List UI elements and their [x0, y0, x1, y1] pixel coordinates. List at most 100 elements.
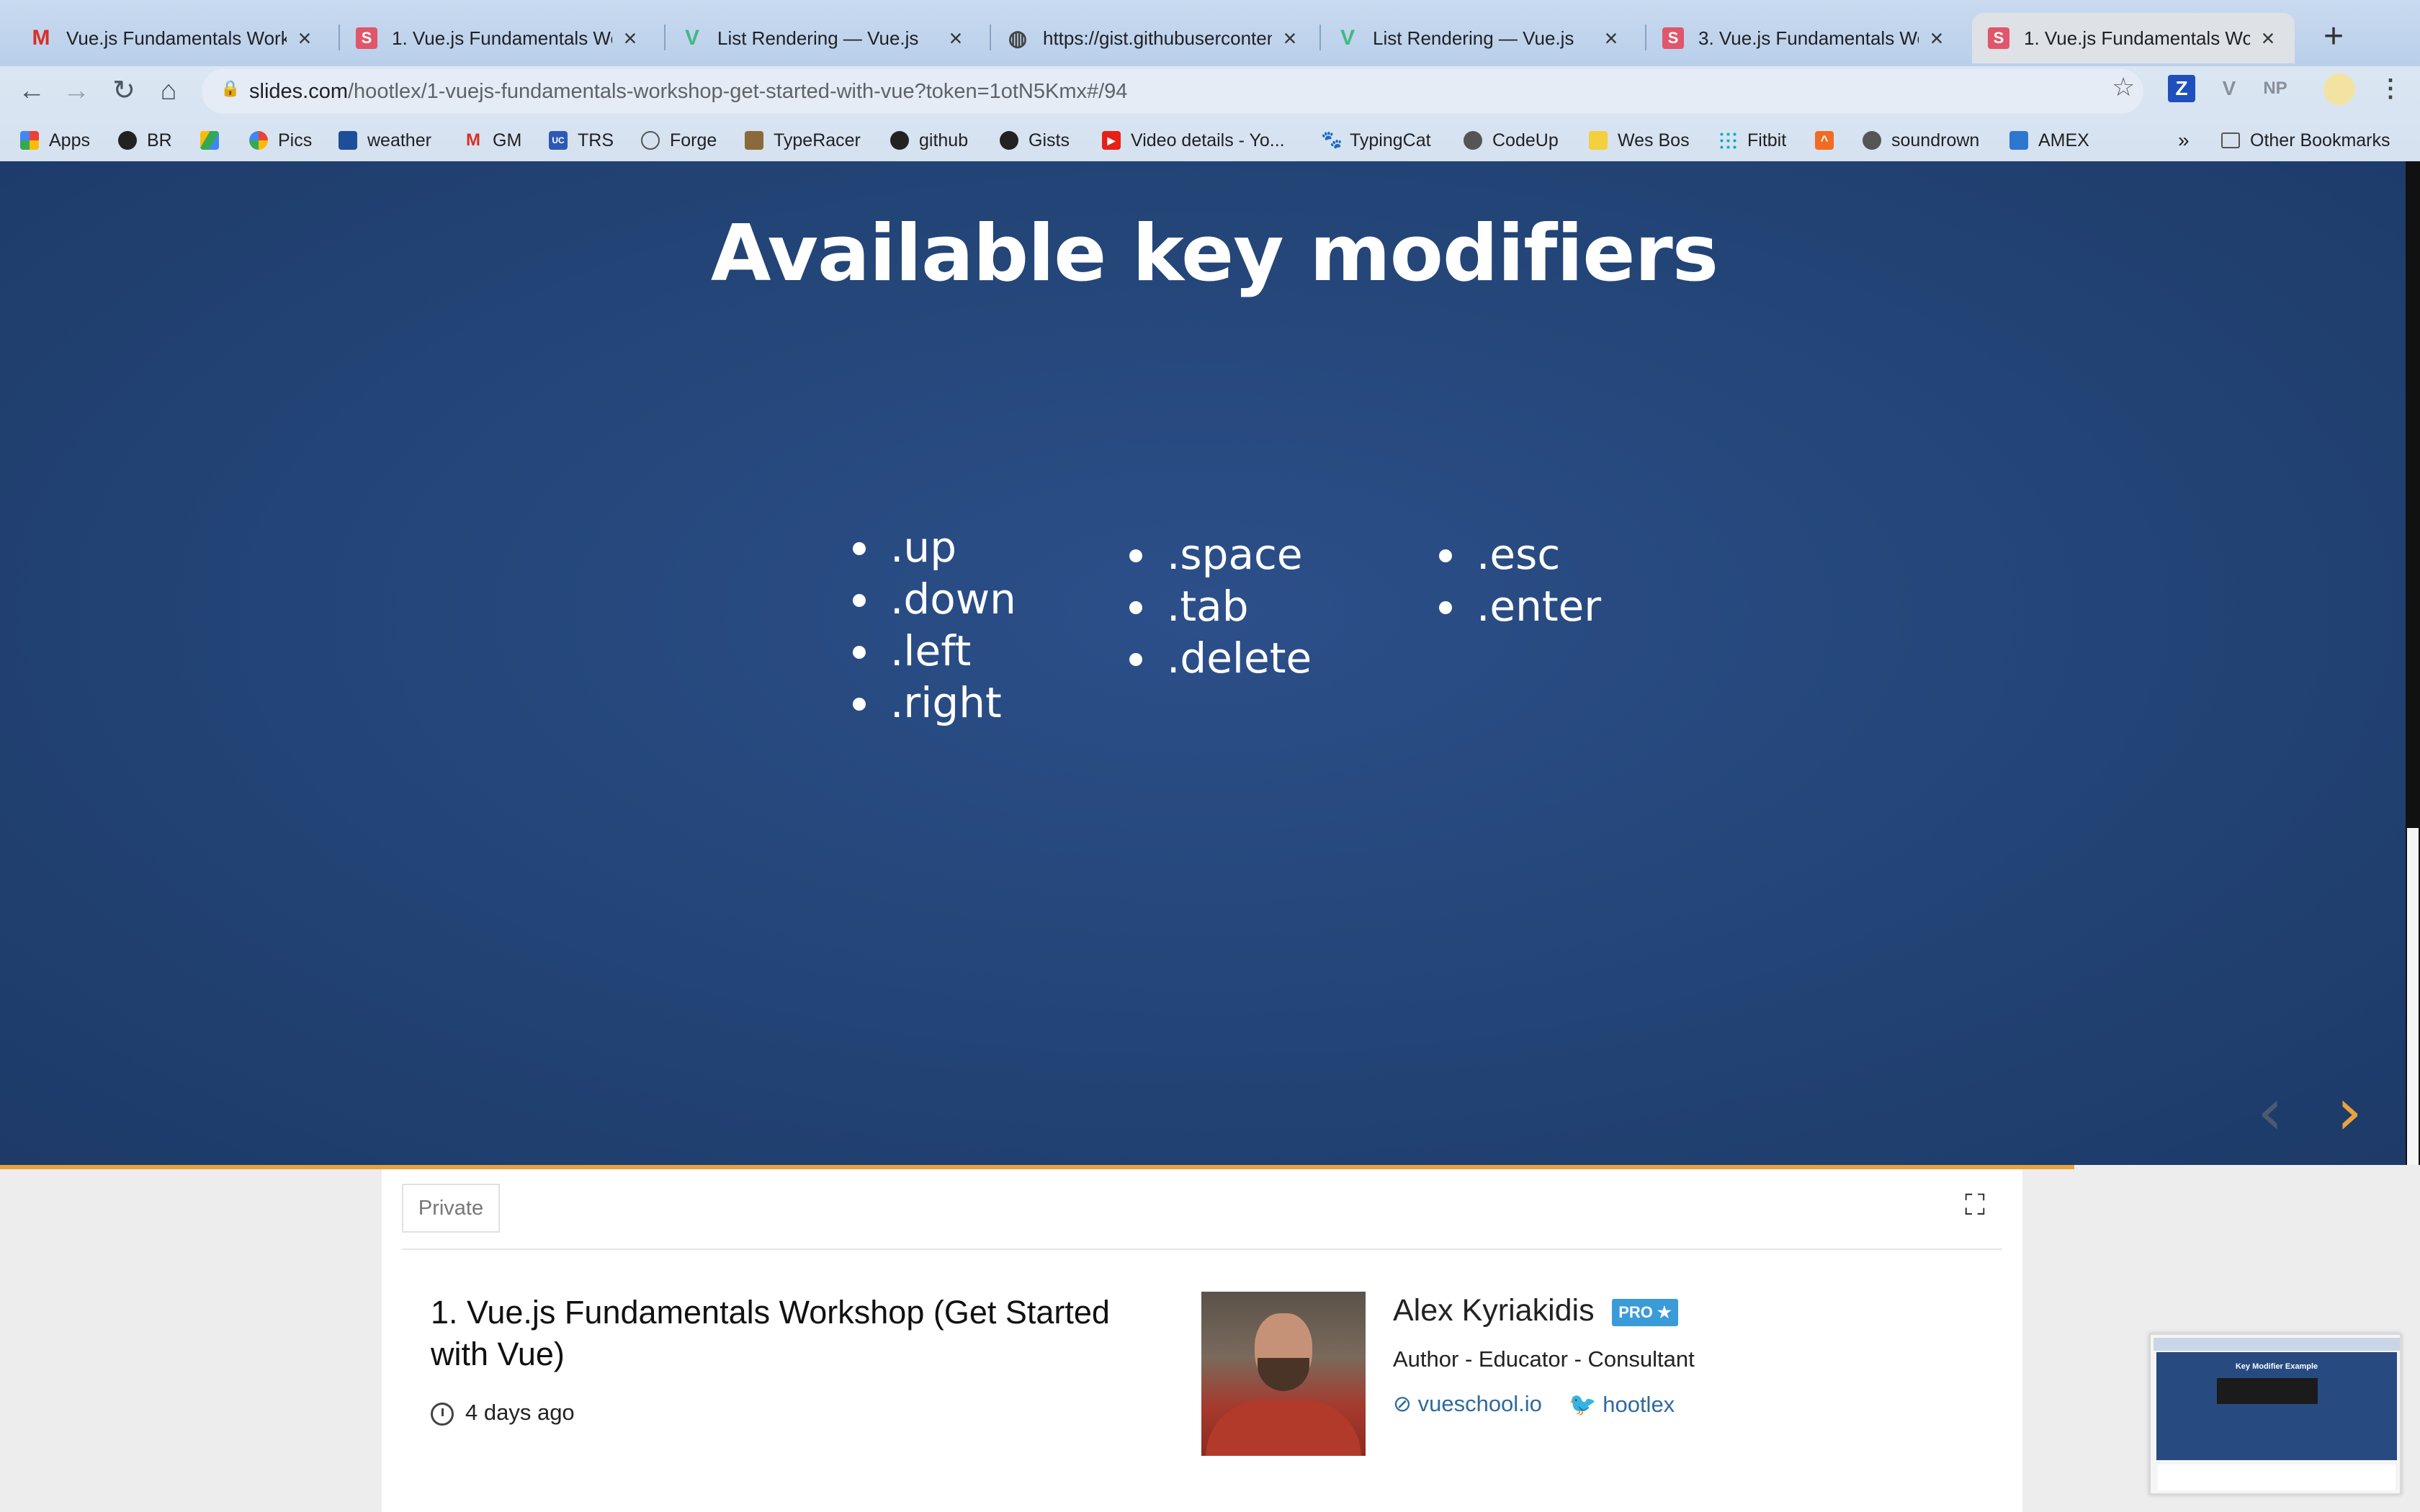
bookmark-weather[interactable]: weather	[339, 125, 431, 156]
bookmark-drive[interactable]	[200, 125, 229, 156]
scrollbar-thumb[interactable]	[2407, 828, 2419, 1165]
google-photos-icon	[249, 131, 268, 150]
globe-icon	[1863, 131, 1881, 150]
thumbnail-title: Key Modifier Example	[2235, 1362, 2318, 1371]
modifier-list-3: .esc .enter	[1439, 528, 1601, 632]
tab-title: 1. Vue.js Fundamentals Work	[2024, 27, 2250, 49]
bookmark-forge[interactable]: Forge	[641, 125, 717, 156]
tab-4[interactable]: ◍ https://gist.githubuserconten ×	[991, 13, 1317, 63]
author-name[interactable]: Alex Kyriakidis	[1393, 1293, 1595, 1328]
twitter-link[interactable]: 🐦 hootlex	[1569, 1391, 1675, 1418]
bookmark-gists[interactable]: Gists	[1000, 125, 1070, 156]
github-icon	[1000, 131, 1018, 150]
bookmark-amex[interactable]: AMEX	[2009, 125, 2089, 156]
fitbit-icon	[1718, 131, 1737, 150]
pro-badge: PRO ★	[1612, 1299, 1678, 1326]
bookmark-typingcat[interactable]: 🐾 TypingCat	[1321, 125, 1431, 156]
tab-3[interactable]: V List Rendering — Vue.js ×	[666, 13, 982, 63]
gmail-icon: M	[32, 26, 50, 50]
bookmark-soundrown[interactable]: soundrown	[1863, 125, 1979, 156]
list-item: .right	[853, 677, 1016, 729]
trs-icon: UC	[549, 131, 568, 150]
list-item: .space	[1129, 528, 1312, 580]
url-text[interactable]: slides.com/hootlex/1-vuejs-fundamentals-…	[249, 73, 1127, 109]
tab-title: https://gist.githubuserconten	[1043, 27, 1272, 49]
tab-1[interactable]: M Vue.js Fundamentals Worksh ×	[14, 13, 331, 63]
divider	[402, 1248, 2002, 1250]
close-icon[interactable]: ×	[945, 25, 967, 52]
close-icon[interactable]: ×	[294, 25, 315, 52]
bookmark-github[interactable]: github	[890, 125, 968, 156]
lock-icon: 🔒	[220, 79, 241, 97]
other-bookmarks[interactable]: Other Bookmarks	[2221, 125, 2390, 156]
bookmarks-bar: Apps BR Pics weather M GM UC TRS Forge Typ…	[0, 120, 2420, 161]
fullscreen-icon[interactable]: ⛶	[1959, 1189, 1991, 1221]
more-bookmarks-button[interactable]: »	[2178, 125, 2190, 156]
close-icon[interactable]: ×	[619, 25, 641, 52]
vue-devtools-extension-icon[interactable]: V	[2213, 72, 2246, 105]
website-link[interactable]: ⊘ vueschool.io	[1393, 1391, 1542, 1417]
modifier-list-2: .space .tab .delete	[1129, 528, 1312, 684]
forge-icon	[641, 131, 660, 150]
vue-icon: V	[1340, 26, 1355, 50]
bookmark-flame[interactable]: ^	[1815, 125, 1844, 156]
bookmark-br[interactable]: BR	[118, 125, 172, 156]
reload-button[interactable]: ↻	[104, 71, 144, 111]
twitter-icon: 🐦	[1569, 1392, 1603, 1417]
profile-avatar[interactable]	[2323, 73, 2355, 105]
youtube-icon: ▶	[1102, 131, 1121, 150]
bookmark-pics[interactable]: Pics	[249, 125, 312, 156]
paw-icon: 🐾	[1321, 130, 1343, 150]
menu-icon[interactable]: ⋮	[2374, 72, 2407, 105]
timestamp: 4 days ago	[465, 1400, 575, 1425]
bookmark-apps[interactable]: Apps	[20, 125, 90, 156]
tab-title: List Rendering — Vue.js	[1373, 27, 1574, 49]
zotero-extension-icon[interactable]: Z	[2168, 75, 2195, 102]
slide-title: Available key modifiers	[710, 209, 1718, 299]
apps-grid-icon	[20, 131, 39, 150]
modifier-list-1: .up .down .left .right	[853, 521, 1016, 729]
tab-2[interactable]: S 1. Vue.js Fundamentals Work ×	[340, 13, 657, 63]
close-icon[interactable]: ×	[1600, 25, 1622, 52]
list-item: .esc	[1439, 528, 1601, 580]
clock-icon	[431, 1403, 454, 1426]
weather-icon	[339, 131, 357, 150]
tab-title: Vue.js Fundamentals Worksh	[66, 27, 287, 49]
tab-7-active[interactable]: S 1. Vue.js Fundamentals Work ×	[1972, 13, 2295, 63]
forward-button[interactable]: →	[56, 71, 97, 111]
bookmark-codeup[interactable]: CodeUp	[1464, 125, 1559, 156]
author-avatar[interactable]	[1201, 1292, 1366, 1456]
deck-title: 1. Vue.js Fundamentals Workshop (Get Sta…	[431, 1294, 1110, 1372]
tab-5[interactable]: V List Rendering — Vue.js ×	[1321, 13, 1638, 63]
close-icon[interactable]: ×	[1279, 25, 1301, 52]
close-icon[interactable]: ×	[2257, 25, 2279, 52]
globe-icon	[1464, 131, 1482, 150]
tab-6[interactable]: S 3. Vue.js Fundamentals Work ×	[1646, 13, 1963, 63]
bookmark-fitbit[interactable]: Fitbit	[1718, 125, 1786, 156]
google-drive-icon	[200, 131, 219, 150]
list-item: .down	[853, 573, 1016, 625]
picture-in-picture-thumbnail[interactable]: Key Modifier Example	[2149, 1333, 2401, 1495]
home-button[interactable]: ⌂	[148, 71, 189, 111]
new-tab-button[interactable]: +	[2312, 16, 2355, 59]
gmail-icon: M	[466, 130, 480, 150]
back-button[interactable]: ←	[12, 71, 52, 111]
bookmark-typeracer[interactable]: TypeRacer	[745, 125, 861, 156]
crown-icon	[1589, 131, 1608, 150]
bookmark-gm[interactable]: M GM	[464, 125, 521, 156]
flame-icon: ^	[1815, 131, 1834, 150]
prev-slide-arrow-icon[interactable]: ‹	[2257, 1074, 2283, 1150]
list-item: .up	[853, 521, 1016, 573]
close-icon[interactable]: ×	[1926, 25, 1948, 52]
tab-title: 3. Vue.js Fundamentals Work	[1698, 27, 1919, 49]
bookmark-video-details[interactable]: ▶ Video details - Yo...	[1102, 125, 1285, 156]
bookmark-star-icon[interactable]: ☆	[2112, 72, 2135, 102]
next-slide-arrow-icon[interactable]: ›	[2336, 1074, 2362, 1150]
np-extension-icon[interactable]: NP	[2259, 72, 2292, 105]
list-item: .left	[853, 625, 1016, 677]
bookmark-wes-bos[interactable]: Wes Bos	[1589, 125, 1690, 156]
slides-icon: S	[356, 27, 377, 49]
typeracer-icon	[745, 131, 763, 150]
bookmark-trs[interactable]: UC TRS	[549, 125, 614, 156]
link-icon: ⊘	[1393, 1391, 1418, 1416]
